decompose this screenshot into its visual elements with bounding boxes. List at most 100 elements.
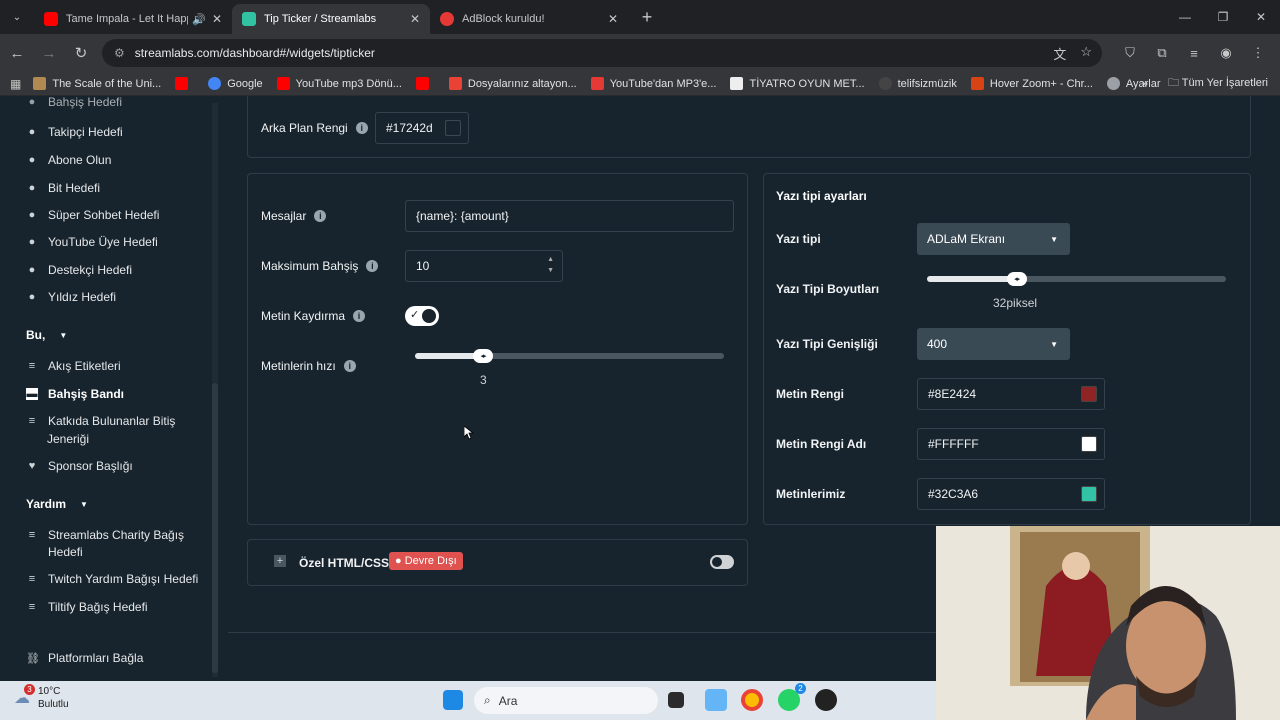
apps-icon[interactable]: ▦ bbox=[10, 77, 21, 91]
shield-icon[interactable]: ⛉ bbox=[1114, 38, 1146, 68]
sidebar-item-twitch-charity-goal[interactable]: ≡ Twitch Yardım Bağışı Hedefi bbox=[26, 572, 199, 586]
text-speed-value: 3 bbox=[480, 373, 487, 387]
minimize-icon[interactable]: — bbox=[1166, 0, 1204, 34]
dot-icon: ● bbox=[28, 154, 36, 166]
restore-icon[interactable]: ❐ bbox=[1204, 0, 1242, 34]
font-size-slider[interactable]: ◂▸ bbox=[927, 272, 1226, 286]
tab-streamlabs[interactable]: Tip Ticker / Streamlabs ✕ bbox=[232, 4, 430, 34]
text-color-swatch[interactable] bbox=[1081, 386, 1097, 402]
bookmark-item[interactable]: telifsizmüzik bbox=[878, 77, 957, 90]
sidebar-item-charity-goal-line2[interactable]: Hedefi bbox=[48, 545, 83, 559]
sidebar-item-supporter-goal[interactable]: ● Destekçi Hedefi bbox=[26, 263, 132, 277]
sidebar-item-connect-platforms[interactable]: ⛓ Platformları Bağla bbox=[26, 651, 143, 665]
bookmark-item[interactable] bbox=[415, 77, 435, 90]
stepper-arrows-icon[interactable]: ▲ ▼ bbox=[547, 254, 554, 276]
slider-handle[interactable]: ◂▸ bbox=[472, 349, 493, 363]
bookmark-item[interactable]: YouTube'dan MP3'e... bbox=[590, 77, 716, 90]
font-size-label: Yazı Tipi Boyutları bbox=[776, 282, 880, 296]
sidebar-item-tip-ticker[interactable]: ▬ Bahşiş Bandı bbox=[26, 387, 124, 401]
sidebar-item-credits-line2[interactable]: Jeneriği bbox=[47, 432, 89, 446]
disabled-badge: ● Devre Dışı bbox=[389, 552, 463, 570]
sidebar-item-youtube-member-goal[interactable]: ● YouTube Üye Hedefi bbox=[26, 235, 158, 249]
task-view-icon[interactable] bbox=[668, 692, 684, 708]
sidebar-item-credits[interactable]: ≡ Katkıda Bulunanlar Bitiş bbox=[26, 414, 176, 428]
new-tab-button[interactable]: + bbox=[632, 7, 662, 28]
bookmark-item[interactable] bbox=[175, 77, 194, 90]
sidebar-item-tiltify-goal[interactable]: ≡ Tiltify Bağış Hedefi bbox=[26, 600, 148, 614]
close-icon[interactable]: ✕ bbox=[212, 12, 222, 26]
caret-down-icon: ▼ bbox=[59, 330, 68, 340]
ticker-icon: ▬ bbox=[26, 388, 38, 400]
all-bookmarks[interactable]: 🗀 Tüm Yer İşaretleri bbox=[1168, 74, 1268, 93]
font-size-value: 32piksel bbox=[993, 296, 1038, 310]
profile-avatar[interactable]: ◉ bbox=[1210, 38, 1242, 68]
mouse-cursor-icon bbox=[464, 426, 474, 440]
translate-icon[interactable]: 文 bbox=[1053, 44, 1066, 63]
taskbar-search[interactable]: ⌕ Ara bbox=[474, 687, 658, 714]
sidebar-scrollbar[interactable] bbox=[212, 103, 218, 677]
address-bar[interactable]: ⚙ streamlabs.com/dashboard#/widgets/tipt… bbox=[102, 39, 1102, 67]
more-bookmarks-icon[interactable]: » bbox=[1142, 78, 1148, 90]
audio-icon[interactable]: 🔊 bbox=[192, 13, 206, 26]
bookmark-item[interactable]: Dosyalarınız altayon... bbox=[448, 77, 577, 90]
text-color-input[interactable]: #8E2424 bbox=[917, 378, 1105, 410]
menu-icon[interactable]: ⋮ bbox=[1242, 38, 1274, 68]
max-tip-stepper[interactable]: 10 ▲ ▼ bbox=[405, 250, 563, 282]
sidebar-item-follower-goal[interactable]: ● Takipçi Hedefi bbox=[26, 125, 123, 139]
app-icon[interactable] bbox=[815, 689, 837, 711]
chrome-icon[interactable] bbox=[741, 689, 763, 711]
bookmark-item[interactable]: TİYATRO OYUN MET... bbox=[730, 77, 865, 90]
sidebar-item-tip-goal[interactable]: ● Bahşiş Hedefi bbox=[26, 97, 122, 109]
name-color-input[interactable]: #FFFFFF bbox=[917, 428, 1105, 460]
close-window-icon[interactable]: ✕ bbox=[1242, 0, 1280, 34]
dot-icon: ● bbox=[28, 236, 36, 248]
bg-color-swatch[interactable] bbox=[445, 120, 461, 136]
weather-widget[interactable]: ☁ 3 10°C Bulutlu bbox=[14, 684, 69, 711]
bookmark-item[interactable]: Hover Zoom+ - Chr... bbox=[970, 77, 1093, 90]
slider-handle[interactable]: ◂▸ bbox=[1006, 272, 1027, 286]
windows-start-icon[interactable] bbox=[443, 690, 463, 710]
text-color-label: Metin Rengi bbox=[776, 387, 844, 401]
sidebar-item-bit-goal[interactable]: ● Bit Hedefi bbox=[26, 181, 100, 195]
heart-icon: ♥ bbox=[28, 460, 36, 472]
font-weight-select[interactable]: 400 ▼ bbox=[917, 328, 1070, 360]
sidebar-item-star-goal[interactable]: ● Yıldız Hedefi bbox=[26, 290, 116, 304]
sidebar: ● Bahşiş Hedefi ● Takipçi Hedefi ● Abone Ol… bbox=[0, 97, 220, 680]
whatsapp-icon[interactable]: 2 bbox=[778, 683, 806, 711]
media-icon[interactable]: ≡ bbox=[1178, 38, 1210, 68]
bookmark-item[interactable]: The Scale of the Uni... bbox=[33, 77, 161, 90]
font-weight-label: Yazı Tipi Genişliği bbox=[776, 337, 878, 351]
back-icon[interactable]: ← bbox=[2, 38, 32, 68]
text-speed-slider[interactable]: ◂▸ bbox=[415, 349, 724, 363]
name-color-swatch[interactable] bbox=[1081, 436, 1097, 452]
messages-input[interactable]: {name}: {amount} bbox=[405, 200, 734, 232]
custom-html-toggle[interactable] bbox=[710, 555, 734, 569]
close-icon[interactable]: ✕ bbox=[608, 12, 618, 26]
bookmark-item[interactable]: YouTube mp3 Dönü... bbox=[276, 77, 402, 90]
sidebar-item-charity-goal[interactable]: ≡ Streamlabs Charity Bağış bbox=[26, 528, 184, 542]
tab-adblock[interactable]: AdBlock kuruldu! ✕ bbox=[430, 4, 628, 34]
forward-icon[interactable]: → bbox=[34, 38, 64, 68]
expand-plus-icon[interactable]: + bbox=[274, 555, 286, 567]
bookmark-item[interactable]: Google bbox=[208, 77, 263, 90]
site-info-icon[interactable]: ⚙ bbox=[114, 46, 125, 60]
font-select[interactable]: ADLaM Ekranı ▼ bbox=[917, 223, 1070, 255]
sidebar-item-superchat-goal[interactable]: ● Süper Sohbet Hedefi bbox=[26, 208, 160, 222]
text-scroll-toggle[interactable]: ✓ bbox=[405, 306, 439, 326]
sidebar-item-stream-labels[interactable]: ≡ Akış Etiketleri bbox=[26, 359, 121, 373]
tab-youtube[interactable]: Tame Impala - Let It Happen 🔊 ✕ bbox=[34, 4, 232, 34]
extensions-icon[interactable]: ⧉ bbox=[1146, 38, 1178, 68]
notification-badge: 3 bbox=[24, 684, 35, 695]
our-texts-color-input[interactable]: #32C3A6 bbox=[917, 478, 1105, 510]
list-icon: ≡ bbox=[28, 529, 36, 541]
reload-icon[interactable]: ↻ bbox=[66, 38, 96, 68]
sidebar-section-yardim[interactable]: Yardım ▼ bbox=[26, 497, 88, 511]
close-icon[interactable]: ✕ bbox=[410, 12, 420, 26]
sidebar-section-bu[interactable]: Bu, ▼ bbox=[26, 328, 67, 342]
bookmark-star-icon[interactable]: ☆ bbox=[1080, 44, 1092, 63]
widgets-icon[interactable] bbox=[705, 689, 727, 711]
sidebar-item-sponsor-banner[interactable]: ♥ Sponsor Başlığı bbox=[26, 459, 133, 473]
sidebar-item-subscribe[interactable]: ● Abone Olun bbox=[26, 153, 112, 167]
our-texts-color-swatch[interactable] bbox=[1081, 486, 1097, 502]
tab-search-icon[interactable]: ⌄ bbox=[0, 0, 34, 34]
